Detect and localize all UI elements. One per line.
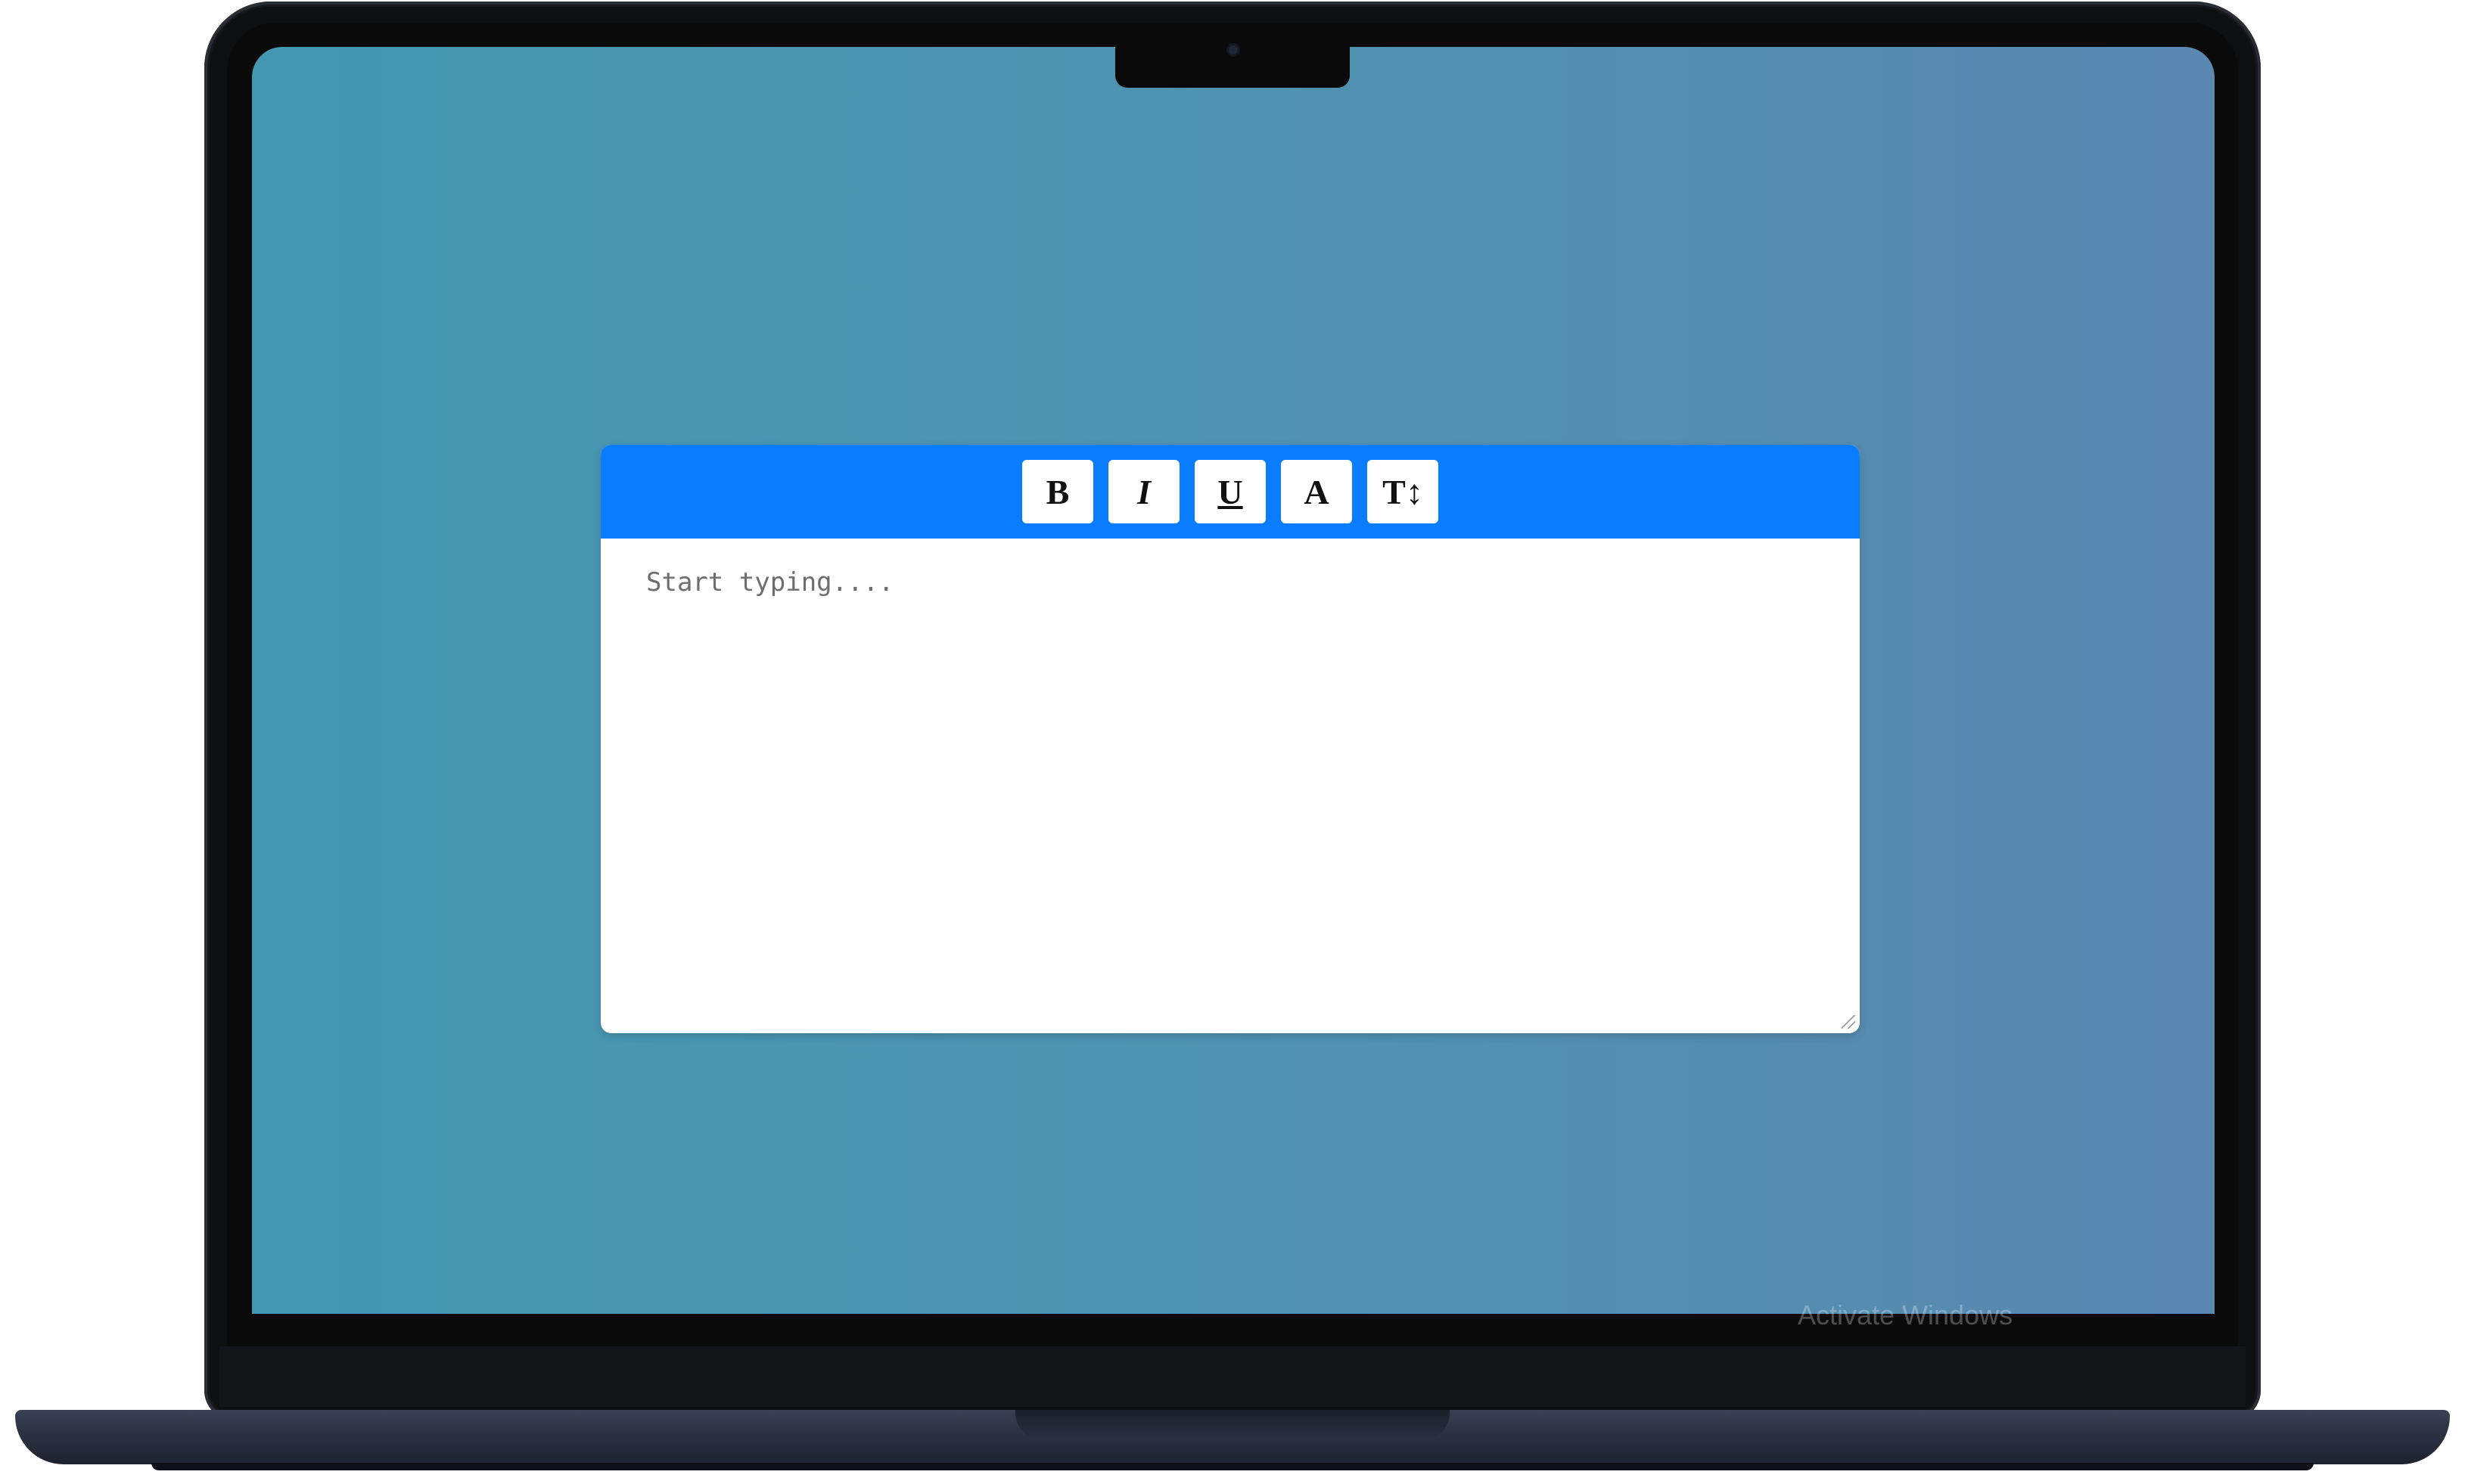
laptop-chin [219, 1346, 2246, 1407]
resize-handle-icon[interactable] [1842, 1015, 1855, 1029]
underline-button[interactable]: U [1195, 460, 1266, 523]
editor-toolbar: B I U A T↕ [601, 445, 1860, 539]
text-color-button[interactable]: A [1281, 460, 1352, 523]
text-editor: B I U A T↕ Start typing.... [601, 445, 1860, 1033]
laptop-mockup: B I U A T↕ Start typing.... Activate Win… [0, 0, 2465, 1484]
editor-placeholder: Start typing.... [646, 567, 894, 598]
font-size-button[interactable]: T↕ [1367, 460, 1438, 523]
laptop-base-shadow [151, 1463, 2314, 1470]
camera-icon [1229, 45, 1238, 54]
italic-button[interactable]: I [1108, 460, 1180, 523]
bold-button[interactable]: B [1022, 460, 1093, 523]
editor-textarea[interactable]: Start typing.... [601, 539, 1860, 1033]
laptop-opening-notch [1015, 1410, 1450, 1440]
activation-watermark: Activate Windows [1798, 1299, 2013, 1330]
